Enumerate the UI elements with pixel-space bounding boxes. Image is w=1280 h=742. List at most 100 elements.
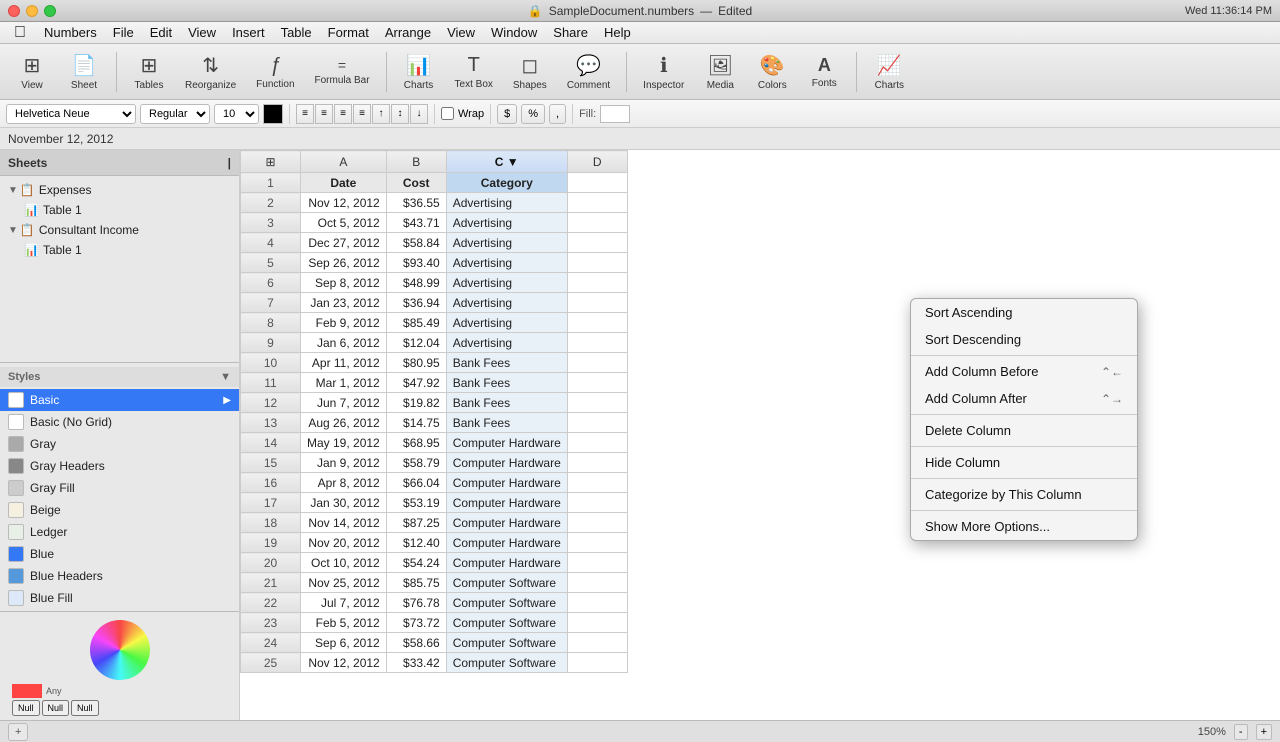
style-blue-headers[interactable]: Blue Headers	[0, 565, 239, 587]
cell-20-d[interactable]	[567, 553, 627, 573]
cell-9-c[interactable]: Advertising	[446, 333, 567, 353]
colors-button[interactable]: 🎨 Colors	[748, 49, 796, 95]
cell-2-b[interactable]: $36.55	[386, 193, 446, 213]
style-beige[interactable]: Beige	[0, 499, 239, 521]
cell-12-a[interactable]: Jun 7, 2012	[301, 393, 387, 413]
cell-23-c[interactable]: Computer Software	[446, 613, 567, 633]
zoom-button[interactable]	[44, 5, 56, 17]
cell-23-a[interactable]: Feb 5, 2012	[301, 613, 387, 633]
cell-4-a[interactable]: Dec 27, 2012	[301, 233, 387, 253]
align-center-button[interactable]: ≡	[315, 104, 333, 124]
cell-6-b[interactable]: $48.99	[386, 273, 446, 293]
align-right-button[interactable]: ≡	[334, 104, 352, 124]
cell-22-d[interactable]	[567, 593, 627, 613]
cell-5-a[interactable]: Sep 26, 2012	[301, 253, 387, 273]
text-box-button[interactable]: T Text Box	[447, 50, 501, 94]
font-family-select[interactable]: Helvetica Neue	[6, 104, 136, 124]
style-basic[interactable]: Basic ▶	[0, 389, 239, 411]
zoom-decrease-btn[interactable]: -	[1234, 724, 1248, 740]
ctx-hide-col[interactable]: Hide Column	[911, 449, 1137, 476]
cell-13-c[interactable]: Bank Fees	[446, 413, 567, 433]
cell-9-a[interactable]: Jan 6, 2012	[301, 333, 387, 353]
cell-5-d[interactable]	[567, 253, 627, 273]
cell-1-d[interactable]	[567, 173, 627, 193]
cell-16-d[interactable]	[567, 473, 627, 493]
reorganize-button[interactable]: ⇅ Reorganize	[177, 49, 244, 95]
ctx-sort-asc[interactable]: Sort Ascending	[911, 299, 1137, 326]
menu-format[interactable]: Format	[320, 23, 377, 42]
zoom-increase-btn[interactable]: +	[1256, 724, 1272, 740]
cell-11-d[interactable]	[567, 373, 627, 393]
col-header-c[interactable]: C ▼	[446, 151, 567, 173]
cell-2-a[interactable]: Nov 12, 2012	[301, 193, 387, 213]
sheets-toggle-btn[interactable]: +	[8, 723, 28, 741]
cell-13-b[interactable]: $14.75	[386, 413, 446, 433]
cell-5-b[interactable]: $93.40	[386, 253, 446, 273]
menu-edit[interactable]: Edit	[142, 23, 180, 42]
cell-21-d[interactable]	[567, 573, 627, 593]
percent-btn[interactable]: %	[521, 104, 545, 124]
comment-button[interactable]: 💬 Comment	[559, 49, 618, 95]
function-button[interactable]: ƒ Function	[248, 50, 302, 94]
cell-16-a[interactable]: Apr 8, 2012	[301, 473, 387, 493]
menu-arrange[interactable]: Arrange	[377, 23, 439, 42]
align-left-button[interactable]: ≡	[296, 104, 314, 124]
minimize-button[interactable]	[26, 5, 38, 17]
cell-20-c[interactable]: Computer Hardware	[446, 553, 567, 573]
charts2-button[interactable]: 📈 Charts	[865, 49, 913, 95]
cell-7-c[interactable]: Advertising	[446, 293, 567, 313]
cell-11-c[interactable]: Bank Fees	[446, 373, 567, 393]
cell-23-b[interactable]: $73.72	[386, 613, 446, 633]
menu-file[interactable]: File	[105, 23, 142, 42]
cell-4-b[interactable]: $58.84	[386, 233, 446, 253]
cell-2-d[interactable]	[567, 193, 627, 213]
cell-14-c[interactable]: Computer Hardware	[446, 433, 567, 453]
wrap-checkbox[interactable]	[441, 107, 454, 120]
cell-18-b[interactable]: $87.25	[386, 513, 446, 533]
cell-2-c[interactable]: Advertising	[446, 193, 567, 213]
cell-1-c[interactable]: Category	[446, 173, 567, 193]
cell-6-d[interactable]	[567, 273, 627, 293]
col-header-a[interactable]: A	[301, 151, 387, 173]
cell-19-d[interactable]	[567, 533, 627, 553]
view-button[interactable]: ⊞ View	[8, 49, 56, 95]
cell-14-a[interactable]: May 19, 2012	[301, 433, 387, 453]
media-button[interactable]: 🖼 Media	[696, 49, 744, 95]
menu-numbers[interactable]: Numbers	[36, 23, 105, 42]
sidebar-item-expenses[interactable]: ▼ 📋 Expenses	[0, 180, 239, 200]
color-btn-2[interactable]: Null	[42, 700, 70, 716]
fonts-button[interactable]: A Fonts	[800, 51, 848, 93]
cell-18-a[interactable]: Nov 14, 2012	[301, 513, 387, 533]
cell-11-a[interactable]: Mar 1, 2012	[301, 373, 387, 393]
cell-20-a[interactable]: Oct 10, 2012	[301, 553, 387, 573]
cell-15-a[interactable]: Jan 9, 2012	[301, 453, 387, 473]
cell-16-b[interactable]: $66.04	[386, 473, 446, 493]
cell-8-b[interactable]: $85.49	[386, 313, 446, 333]
cell-3-a[interactable]: Oct 5, 2012	[301, 213, 387, 233]
cell-17-a[interactable]: Jan 30, 2012	[301, 493, 387, 513]
cell-8-a[interactable]: Feb 9, 2012	[301, 313, 387, 333]
cell-6-c[interactable]: Advertising	[446, 273, 567, 293]
cell-10-b[interactable]: $80.95	[386, 353, 446, 373]
style-blue-fill[interactable]: Blue Fill	[0, 587, 239, 609]
cell-1-b[interactable]: Cost	[386, 173, 446, 193]
cell-8-c[interactable]: Advertising	[446, 313, 567, 333]
shapes-button[interactable]: ◻ Shapes	[505, 49, 555, 95]
font-style-select[interactable]: Regular	[140, 104, 210, 124]
cell-25-b[interactable]: $33.42	[386, 653, 446, 673]
cell-15-c[interactable]: Computer Hardware	[446, 453, 567, 473]
menu-view[interactable]: View	[180, 23, 224, 42]
font-color-box[interactable]	[263, 104, 283, 124]
cell-3-c[interactable]: Advertising	[446, 213, 567, 233]
cell-10-a[interactable]: Apr 11, 2012	[301, 353, 387, 373]
align-justify-button[interactable]: ≡	[353, 104, 371, 124]
cell-16-c[interactable]: Computer Hardware	[446, 473, 567, 493]
ctx-categorize[interactable]: Categorize by This Column	[911, 481, 1137, 508]
apple-menu[interactable]: 	[4, 24, 36, 42]
cell-19-b[interactable]: $12.40	[386, 533, 446, 553]
style-basic-no-grid[interactable]: Basic (No Grid)	[0, 411, 239, 433]
ctx-add-before[interactable]: Add Column Before ⌃←	[911, 358, 1137, 385]
cell-5-c[interactable]: Advertising	[446, 253, 567, 273]
cell-4-c[interactable]: Advertising	[446, 233, 567, 253]
cell-6-a[interactable]: Sep 8, 2012	[301, 273, 387, 293]
